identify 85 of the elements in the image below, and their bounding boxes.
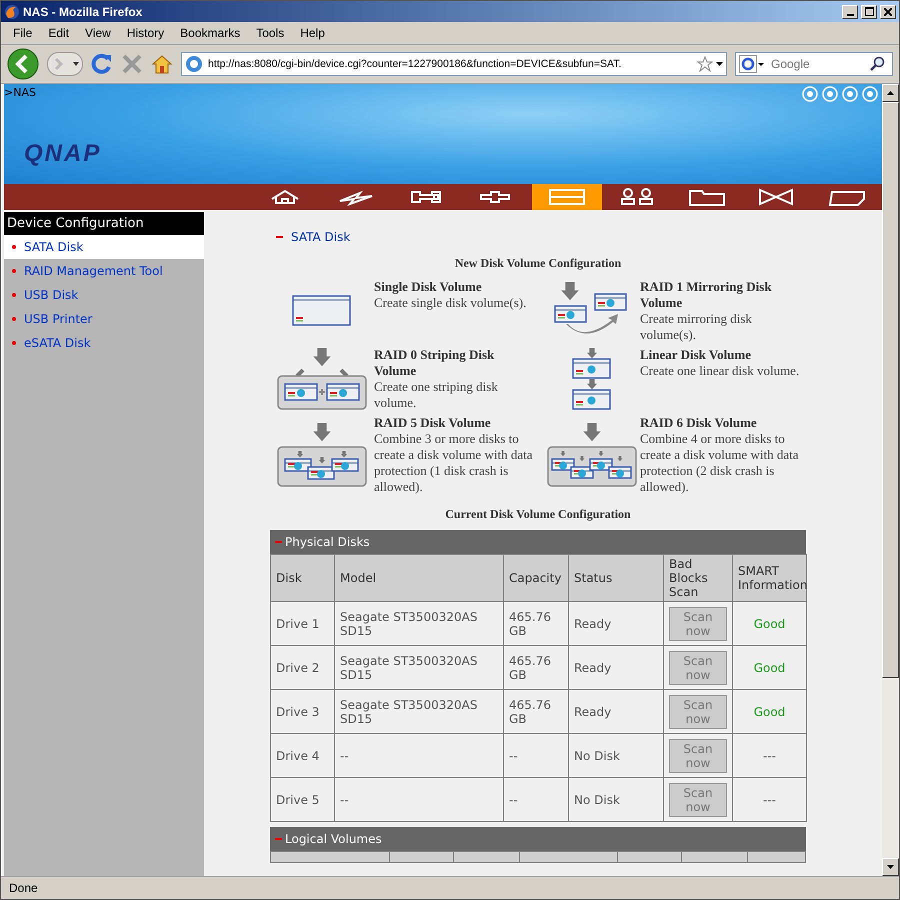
column-header: Status [568,554,664,602]
scrollbar[interactable] [882,84,899,876]
table-cell: Ready [568,602,664,646]
table-cell: Good [732,602,806,646]
option-description: RAID 1 Mirroring Disk Volume Create mirroring disk volume(s). [640,279,773,343]
section-title: Current Disk Volume Configuration [444,507,632,522]
table-cell: Drive 2 [270,646,334,690]
star-icon[interactable] [697,56,713,72]
table-cell: Drive 1 [270,602,334,646]
table-cell: Good [732,646,806,690]
sidebar-item[interactable]: SATA Disk [4,235,204,259]
table-cell: 465.76 GB [504,646,568,690]
menu-item[interactable]: File [5,24,40,42]
table-cell: Ready [568,690,664,734]
close-button[interactable] [880,4,896,18]
sidebar-item[interactable]: RAID Management Tool [4,259,204,283]
address-field[interactable]: http://nas:8080/cgi-bin/device.cgi?counter=1227900186&function=DEVICE&subfun=SAT. [181,52,727,76]
table-cell: Good [732,690,806,734]
raid-disks-icon [547,423,637,487]
section-title: New Disk Volume Configuration [454,256,622,271]
maximize-icon [864,7,874,16]
table-cell: No Disk [568,734,664,778]
sidebar-title: Device Configuration [4,212,204,235]
site-icon [185,55,203,73]
option-description: RAID 6 Disk Volume Combine 4 or more disks to create a disk volume with data protection (2 disk crash is allowed). [640,415,800,495]
table-cell: Drive 5 [270,778,334,822]
table-cell: -- [504,734,568,778]
maximize-button[interactable] [861,4,877,18]
panel-title: Logical Volumes [285,832,382,846]
minimize-button[interactable] [842,4,858,18]
table-cell: -- [504,778,568,822]
breadcrumb: >NAS [4,86,36,99]
bowtie-icon [758,187,796,207]
menu-item[interactable]: Bookmarks [172,24,248,42]
table-cell: --- [732,778,806,822]
table-cell: Seagate ST3500320AS SD15 [334,602,504,646]
table-cell: 465.76 GB [504,690,568,734]
dropdown-icon[interactable] [716,62,723,66]
page-title: SATA Disk [291,230,350,244]
table-cell: Drive 4 [270,734,334,778]
table-cell: -- [334,734,504,778]
folder-icon [688,187,726,207]
close-icon [884,8,892,16]
browser-logo-icon [4,4,20,20]
reload-icon[interactable] [91,53,113,75]
menu-item[interactable]: History [118,24,172,42]
option-description: RAID 0 Striping Disk Volume Create one striping disk volume. [374,347,499,411]
back-button[interactable] [7,48,39,80]
sidebar-item[interactable]: USB Printer [4,307,204,331]
column-header: Disk [270,554,334,602]
search-field[interactable]: Google [735,52,893,76]
option-description: RAID 5 Disk Volume Combine 3 or more disks to create a disk volume with data protection (1 disk crash is allowed). [374,415,534,495]
minimize-icon [846,14,854,16]
search-icon[interactable] [869,56,885,72]
column-header: Capacity [504,554,568,602]
column-header: Bad Blocks Scan [664,554,732,602]
table-cell: Drive 3 [270,690,334,734]
table-cell: Seagate ST3500320AS SD15 [334,646,504,690]
menu-item[interactable]: Edit [40,24,78,42]
striping-disks-icon [277,348,367,410]
table-cell: Seagate ST3500320AS SD15 [334,690,504,734]
table-cell: -- [334,778,504,822]
linear-disks-icon [571,348,613,410]
scroll-down-icon[interactable] [887,865,894,869]
table-cell: 465.76 GB [504,602,568,646]
menu-item[interactable]: Help [292,24,333,42]
status-bar: Done [1,876,899,899]
table-cell: --- [732,734,806,778]
menu-item[interactable]: View [77,24,119,42]
table-cell: No Disk [568,778,664,822]
window-title: NAS - Mozilla Firefox [23,4,144,18]
menu-item[interactable]: Tools [248,24,292,42]
option-description: Single Disk Volume Create single disk volume(s). [374,279,528,311]
users-icon [618,187,656,207]
sidebar-item[interactable]: eSATA Disk [4,331,204,355]
search-engine-icon[interactable] [739,55,765,73]
logo: QNAP [24,140,102,168]
column-header: Model [334,554,504,602]
scroll-up-icon[interactable] [887,91,894,95]
panel-title: Physical Disks [285,535,370,549]
sidebar-item[interactable]: USB Disk [4,283,204,307]
table-cell: Ready [568,646,664,690]
option-description: Linear Disk Volume Create one linear disk volume. [640,347,800,379]
column-header: SMART Information [732,554,806,602]
raid-disks-icon [277,423,367,487]
